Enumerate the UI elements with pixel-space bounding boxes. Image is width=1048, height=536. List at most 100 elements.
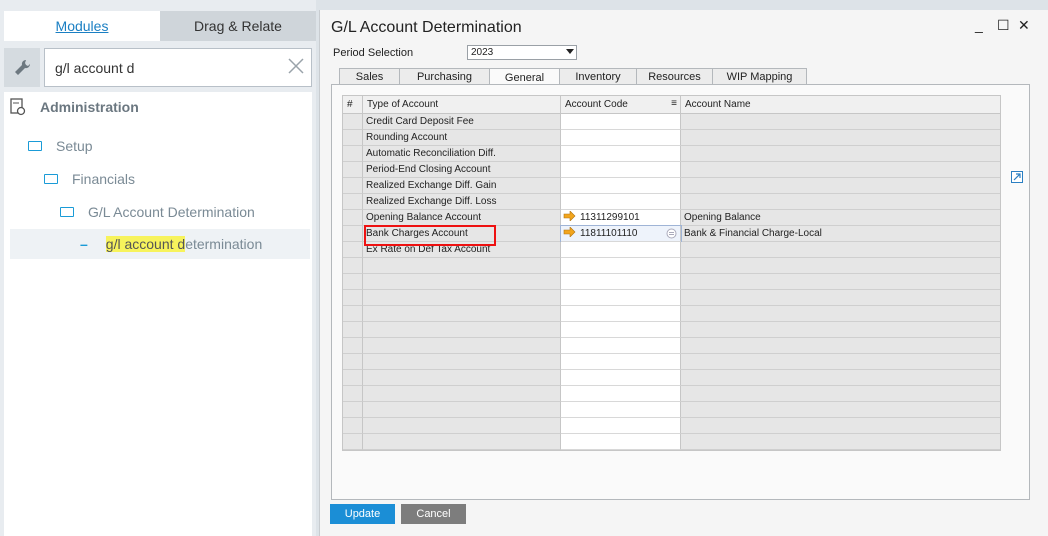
table-row[interactable]: Realized Exchange Diff. Gain bbox=[343, 178, 1000, 194]
table-row[interactable] bbox=[343, 290, 1000, 306]
close-button[interactable]: ✕ bbox=[1018, 17, 1030, 34]
col-header-num[interactable]: # bbox=[343, 96, 363, 113]
table-row[interactable] bbox=[343, 306, 1000, 322]
row-number-cell bbox=[343, 354, 363, 370]
account-code-cell[interactable] bbox=[561, 354, 681, 370]
tab-inventory[interactable]: Inventory bbox=[559, 68, 637, 85]
folder-icon bbox=[60, 207, 74, 217]
link-arrow-icon[interactable] bbox=[563, 210, 576, 224]
tree-node-gl-determination[interactable]: G/L Account Determination bbox=[60, 204, 255, 220]
tab-general-label: General bbox=[504, 71, 545, 84]
tab-resources[interactable]: Resources bbox=[636, 68, 713, 85]
account-code-cell[interactable] bbox=[561, 258, 681, 274]
account-code-cell[interactable] bbox=[561, 130, 681, 146]
clear-search-icon[interactable] bbox=[287, 57, 305, 78]
table-row[interactable] bbox=[343, 386, 1000, 402]
account-code-cell[interactable] bbox=[561, 338, 681, 354]
type-of-account-cell: Realized Exchange Diff. Loss bbox=[363, 194, 561, 210]
choose-from-list-icon[interactable] bbox=[666, 228, 677, 239]
tab-wip-mapping[interactable]: WIP Mapping bbox=[712, 68, 807, 85]
table-row[interactable]: Automatic Reconciliation Diff. bbox=[343, 146, 1000, 162]
account-code-value: 11811101110 bbox=[580, 228, 638, 239]
row-number-cell bbox=[343, 306, 363, 322]
col-header-name[interactable]: Account Name bbox=[681, 96, 1000, 113]
account-code-cell[interactable] bbox=[561, 162, 681, 178]
table-row[interactable] bbox=[343, 418, 1000, 434]
account-code-cell[interactable]: 11811101110 bbox=[560, 225, 682, 243]
tab-purchasing[interactable]: Purchasing bbox=[399, 68, 490, 85]
account-code-cell[interactable] bbox=[561, 242, 681, 258]
account-code-cell[interactable] bbox=[561, 114, 681, 130]
tab-drag-relate[interactable]: Drag & Relate bbox=[160, 11, 316, 41]
type-of-account-cell bbox=[363, 274, 561, 290]
tab-sales[interactable]: Sales bbox=[339, 68, 400, 85]
table-row[interactable] bbox=[343, 274, 1000, 290]
expand-icon[interactable] bbox=[1011, 171, 1023, 186]
maximize-button[interactable]: ☐ bbox=[997, 17, 1010, 34]
account-code-cell[interactable] bbox=[561, 386, 681, 402]
col-header-code[interactable]: Account Code ≡ bbox=[561, 96, 681, 113]
tree-node-setup[interactable]: Setup bbox=[28, 138, 93, 154]
tree-node-financials[interactable]: Financials bbox=[44, 171, 135, 187]
period-selection-label: Period Selection bbox=[333, 47, 414, 59]
account-code-value: 11311299101 bbox=[580, 212, 640, 223]
tree-label-setup: Setup bbox=[56, 138, 93, 154]
tree-label-administration: Administration bbox=[40, 99, 139, 115]
row-number-cell bbox=[343, 114, 363, 130]
account-code-cell[interactable] bbox=[561, 146, 681, 162]
table-row[interactable] bbox=[343, 354, 1000, 370]
search-input-value: g/l account d bbox=[55, 59, 135, 76]
row-number-cell bbox=[343, 146, 363, 162]
search-input[interactable]: g/l account d bbox=[44, 48, 312, 87]
table-row[interactable]: Rounding Account bbox=[343, 130, 1000, 146]
link-arrow-icon[interactable] bbox=[563, 226, 576, 240]
table-row[interactable]: Period-End Closing Account bbox=[343, 162, 1000, 178]
account-name-cell bbox=[681, 370, 1000, 386]
minimize-button[interactable]: _ bbox=[975, 17, 983, 33]
table-row[interactable] bbox=[343, 322, 1000, 338]
account-code-cell[interactable]: 11311299101 bbox=[561, 210, 681, 226]
row-number-cell bbox=[343, 258, 363, 274]
nav-tabs: Modules Drag & Relate bbox=[4, 11, 316, 41]
tree-node-administration[interactable]: Administration bbox=[10, 98, 139, 116]
account-code-cell[interactable] bbox=[561, 194, 681, 210]
account-code-cell[interactable] bbox=[561, 178, 681, 194]
account-code-cell[interactable] bbox=[561, 434, 681, 450]
account-name-cell bbox=[681, 290, 1000, 306]
table-row[interactable] bbox=[343, 338, 1000, 354]
account-name-cell bbox=[681, 258, 1000, 274]
update-button[interactable]: Update bbox=[330, 504, 395, 524]
col-header-type[interactable]: Type of Account bbox=[363, 96, 561, 113]
cancel-button[interactable]: Cancel bbox=[401, 504, 466, 524]
account-code-cell[interactable] bbox=[561, 322, 681, 338]
table-row[interactable] bbox=[343, 402, 1000, 418]
general-tab-panel: # Type of Account Account Code ≡ Account … bbox=[331, 84, 1030, 500]
gl-determination-window: G/L Account Determination _ ☐ ✕ Period S… bbox=[319, 10, 1048, 536]
account-code-cell[interactable] bbox=[561, 418, 681, 434]
row-number-cell bbox=[343, 418, 363, 434]
wrench-icon[interactable] bbox=[4, 48, 40, 87]
dash-icon: – bbox=[80, 236, 88, 252]
table-row[interactable] bbox=[343, 258, 1000, 274]
account-code-cell[interactable] bbox=[561, 306, 681, 322]
column-menu-icon[interactable]: ≡ bbox=[671, 98, 677, 109]
window-title: G/L Account Determination bbox=[331, 19, 522, 36]
row-number-cell bbox=[343, 226, 363, 242]
table-row[interactable]: Credit Card Deposit Fee bbox=[343, 114, 1000, 130]
row-number-cell bbox=[343, 274, 363, 290]
tab-modules[interactable]: Modules bbox=[4, 11, 160, 41]
account-code-cell[interactable] bbox=[561, 370, 681, 386]
table-row[interactable]: Realized Exchange Diff. Loss bbox=[343, 194, 1000, 210]
table-row[interactable]: Opening Balance Account 11311299101 Openin… bbox=[343, 210, 1000, 226]
table-row[interactable] bbox=[343, 370, 1000, 386]
type-of-account-cell: Period-End Closing Account bbox=[363, 162, 561, 178]
account-code-cell[interactable] bbox=[561, 290, 681, 306]
account-code-cell[interactable] bbox=[561, 274, 681, 290]
type-of-account-cell bbox=[363, 354, 561, 370]
period-select[interactable]: 2023 bbox=[467, 45, 577, 60]
type-of-account-cell bbox=[363, 322, 561, 338]
table-row[interactable] bbox=[343, 434, 1000, 450]
accounts-grid: # Type of Account Account Code ≡ Account … bbox=[342, 95, 1001, 451]
account-code-cell[interactable] bbox=[561, 402, 681, 418]
tree-node-search-result[interactable]: – g/l account d etermination bbox=[10, 229, 310, 259]
